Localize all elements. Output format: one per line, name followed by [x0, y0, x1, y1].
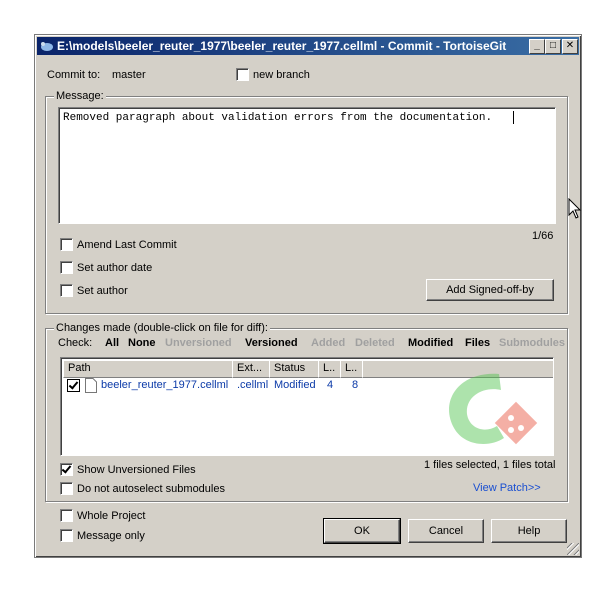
view-patch-link[interactable]: View Patch>> [473, 482, 541, 494]
resize-grip[interactable] [567, 543, 579, 555]
whole-project-label: Whole Project [77, 510, 146, 522]
file-list[interactable]: Path Ext... Status L.. L.. beeler_reuter… [60, 357, 554, 456]
row-checkbox[interactable] [67, 379, 80, 392]
filter-added[interactable]: Added [311, 337, 345, 349]
column-path[interactable]: Path [63, 360, 233, 378]
no-autoselect-label: Do not autoselect submodules [77, 483, 225, 495]
set-author-checkbox[interactable] [60, 284, 73, 297]
filter-submodules[interactable]: Submodules [499, 337, 565, 349]
amend-checkbox[interactable] [60, 238, 73, 251]
no-autoselect-checkbox[interactable] [60, 482, 73, 495]
author-date-checkbox[interactable] [60, 261, 73, 274]
text-cursor [513, 111, 514, 124]
check-label: Check: [58, 337, 93, 349]
filter-files[interactable]: Files [465, 337, 490, 349]
commit-dialog: E:\models\beeler_reuter_1977\beeler_reut… [34, 34, 582, 558]
message-text: Removed paragraph about validation error… [63, 112, 493, 124]
column-lines-deleted[interactable]: L.. [340, 360, 363, 378]
cancel-button[interactable]: Cancel [408, 519, 484, 543]
row-path: beeler_reuter_1977.cellml [101, 379, 229, 391]
filter-modified[interactable]: Modified [408, 337, 453, 349]
commit-to-label: Commit to: [47, 69, 101, 81]
title-bar[interactable]: E:\models\beeler_reuter_1977\beeler_reut… [37, 37, 579, 55]
whole-project-checkbox[interactable] [60, 509, 73, 522]
amend-label: Amend Last Commit [77, 239, 177, 251]
show-unversioned-checkbox[interactable] [60, 463, 73, 476]
mouse-cursor-icon [568, 198, 582, 219]
new-branch-label: new branch [253, 69, 310, 81]
row-status: Modified [274, 379, 316, 391]
close-button[interactable]: ✕ [562, 39, 578, 54]
set-author-label: Set author [77, 285, 128, 297]
filter-all[interactable]: All [105, 337, 119, 349]
tortoisegit-logo-icon [449, 373, 538, 445]
message-char-counter: 1/66 [532, 230, 554, 242]
minimize-button[interactable]: _ [529, 39, 545, 54]
tortoise-icon [41, 42, 53, 51]
message-only-label: Message only [77, 530, 145, 542]
window-title: E:\models\beeler_reuter_1977\beeler_reut… [57, 39, 507, 53]
message-editor[interactable]: Removed paragraph about validation error… [58, 107, 556, 224]
changes-group-label: Changes made (double-click on file for d… [54, 322, 270, 334]
branch-name: master [112, 69, 146, 81]
message-only-checkbox[interactable] [60, 529, 73, 542]
file-icon [85, 378, 97, 393]
row-lines-added: 4 [327, 379, 334, 391]
message-group-label: Message: [54, 90, 106, 102]
row-lines-deleted: 8 [352, 379, 359, 391]
filter-unversioned[interactable]: Unversioned [165, 337, 232, 349]
filter-none[interactable]: None [128, 337, 156, 349]
selection-summary: 1 files selected, 1 files total [424, 459, 556, 471]
show-unversioned-label: Show Unversioned Files [77, 464, 196, 476]
column-extension[interactable]: Ext... [232, 360, 270, 378]
filter-deleted[interactable]: Deleted [355, 337, 395, 349]
maximize-button[interactable]: □ [545, 39, 561, 54]
author-date-label: Set author date [77, 262, 153, 274]
filter-versioned[interactable]: Versioned [245, 337, 298, 349]
row-extension: .cellml [237, 379, 269, 391]
add-signed-off-button[interactable]: Add Signed-off-by [426, 279, 554, 301]
new-branch-checkbox[interactable] [236, 68, 249, 81]
help-button[interactable]: Help [491, 519, 567, 543]
check-filters: All None Unversioned Versioned Added Del… [105, 337, 565, 351]
column-status[interactable]: Status [269, 360, 319, 378]
column-lines-added[interactable]: L.. [318, 360, 341, 378]
ok-button[interactable]: OK [323, 518, 401, 544]
